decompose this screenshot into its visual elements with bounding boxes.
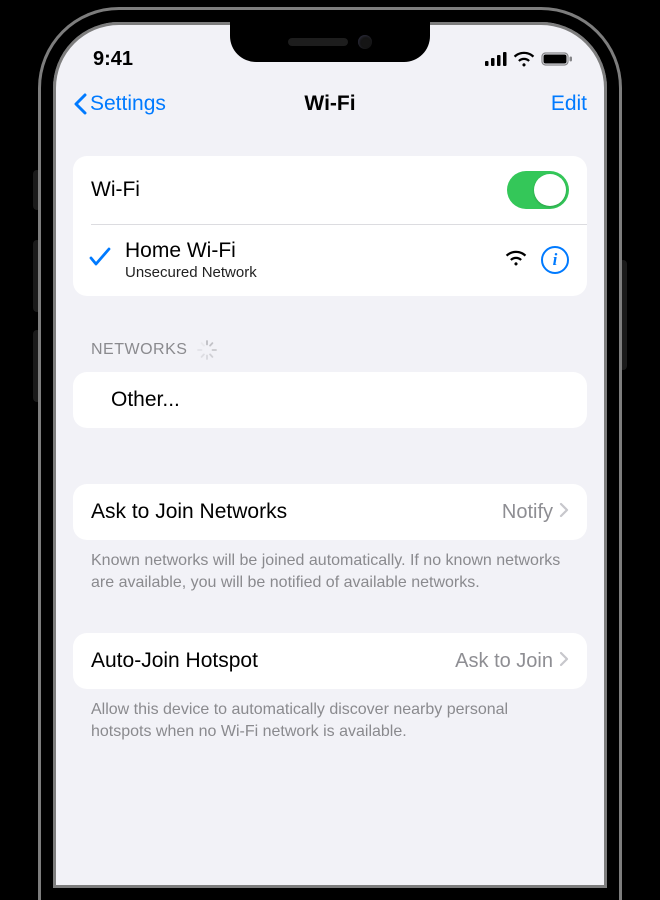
speaker-grille (288, 38, 348, 46)
wifi-signal-icon (505, 248, 527, 272)
volume-down-button (33, 330, 41, 402)
chevron-right-icon (559, 500, 569, 524)
other-label: Other... (91, 388, 569, 412)
other-network-row[interactable]: Other... (73, 372, 587, 428)
connected-network-row[interactable]: Home Wi-Fi Unsecured Network i (73, 224, 587, 296)
auto-join-label: Auto-Join Hotspot (91, 649, 455, 673)
checkmark-icon (89, 247, 111, 273)
front-camera (358, 35, 372, 49)
connected-network-subtitle: Unsecured Network (125, 264, 505, 281)
ask-to-join-footer: Known networks will be joined automatica… (73, 540, 587, 593)
chevron-right-icon (559, 649, 569, 673)
ask-to-join-group: Ask to Join Networks Notify (73, 484, 587, 540)
back-label: Settings (90, 92, 166, 116)
other-networks-group: Other... (73, 372, 587, 428)
ask-to-join-value: Notify (502, 501, 553, 524)
mute-switch (33, 170, 41, 210)
wifi-toggle-label: Wi-Fi (91, 178, 507, 202)
back-button[interactable]: Settings (73, 92, 166, 116)
page-title: Wi-Fi (304, 92, 355, 116)
auto-join-group: Auto-Join Hotspot Ask to Join (73, 633, 587, 689)
wifi-toggle[interactable] (507, 171, 569, 209)
auto-join-value: Ask to Join (455, 650, 553, 673)
ask-to-join-label: Ask to Join Networks (91, 500, 502, 524)
networks-section-header: NETWORKS (73, 340, 587, 360)
spinner-icon (197, 340, 217, 360)
phone-frame: 9:41 Settings Wi-Fi Edit Wi-Fi (41, 10, 619, 900)
nav-bar: Settings Wi-Fi Edit (53, 78, 607, 130)
status-time: 9:41 (93, 48, 133, 71)
edit-button[interactable]: Edit (551, 92, 587, 116)
networks-header-label: NETWORKS (91, 341, 187, 359)
connected-network-name: Home Wi-Fi (125, 239, 505, 263)
volume-up-button (33, 240, 41, 312)
auto-join-row[interactable]: Auto-Join Hotspot Ask to Join (73, 633, 587, 689)
ask-to-join-row[interactable]: Ask to Join Networks Notify (73, 484, 587, 540)
chevron-left-icon (73, 93, 88, 115)
info-button[interactable]: i (541, 246, 569, 274)
battery-icon (541, 52, 573, 66)
notch (230, 22, 430, 62)
wifi-icon (513, 51, 535, 67)
wifi-toggle-row: Wi-Fi (73, 156, 587, 224)
wifi-group: Wi-Fi Home Wi-Fi Unsecured Network i (73, 156, 587, 296)
power-button (619, 260, 627, 370)
cellular-icon (485, 52, 507, 66)
auto-join-footer: Allow this device to automatically disco… (73, 689, 587, 742)
